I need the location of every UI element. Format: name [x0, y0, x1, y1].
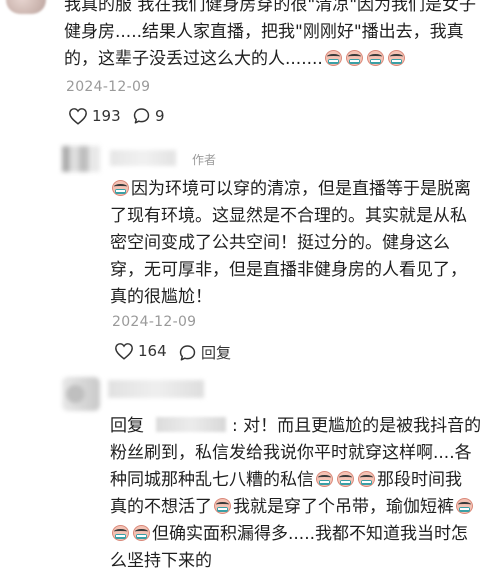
- reply-line: 穿，无可厚非，但是直播非健身房的人看见了，: [110, 260, 467, 280]
- reply-line: 回复 : 对！而且更尴尬的是被我抖音的: [110, 413, 480, 440]
- like-button[interactable]: 193: [68, 107, 121, 125]
- heart-icon: [115, 343, 133, 360]
- username[interactable]: [110, 150, 176, 166]
- comment-date: 2024-12-09: [66, 79, 151, 95]
- grimace-emoji-icon: [357, 469, 376, 488]
- heart-icon: [69, 108, 87, 125]
- grimace-emoji-icon: [345, 48, 364, 67]
- grimace-emoji-icon: [455, 496, 474, 515]
- avatar[interactable]: [62, 146, 100, 172]
- reply-line-text: 我就是穿了个吊带，瑜伽短裤: [233, 497, 454, 517]
- grimace-emoji-icon: [387, 48, 406, 67]
- reply-line: 但确实面积漏得多.....我都不知道我当时怎: [110, 521, 480, 548]
- like-count: 164: [138, 342, 167, 360]
- reply-line: 粉丝刷到，私信发给我说你平时就穿这样啊....各: [110, 443, 472, 463]
- reply-line-text: 真的不想活了: [110, 497, 212, 517]
- reply-line: 真的很尴尬！: [110, 287, 212, 307]
- grimace-emoji-icon: [336, 469, 355, 488]
- reply-line: 么坚持下来的: [110, 551, 212, 571]
- like-count: 193: [92, 107, 121, 125]
- comment-line: 的，这辈子没丢过这么大的人.......: [64, 46, 480, 73]
- comment-button[interactable]: 9: [132, 107, 165, 125]
- grimace-emoji-icon: [324, 48, 343, 67]
- comment-line-text: 的，这辈子没丢过这么大的人.......: [64, 49, 323, 69]
- reply-line-text: 因为环境可以穿的清凉，但是直播等于是脱离: [131, 179, 471, 199]
- like-button[interactable]: 164: [114, 342, 167, 360]
- comment-line: 健身房.....结果人家直播，把我"刚刚好"播出去，我真: [64, 22, 464, 42]
- grimace-emoji-icon: [111, 178, 130, 197]
- avatar[interactable]: [6, 0, 46, 14]
- comment-bubble-icon: [133, 108, 150, 124]
- reply-line-text: 那段时间我: [377, 470, 462, 490]
- reply-label: 回复: [201, 344, 232, 362]
- comment-text: 我真的服 我在我们健身房穿的很"清凉"因为我们是女子 健身房.....结果人家直…: [64, 0, 480, 73]
- comment-line: 我真的服 我在我们健身房穿的很"清凉"因为我们是女子: [64, 0, 477, 15]
- reply-line: 因为环境可以穿的清凉，但是直播等于是脱离: [110, 176, 480, 203]
- reply-date: 2024-12-09: [112, 314, 197, 330]
- reply-line-text: : 对！而且更尴尬的是被我抖音的: [232, 416, 480, 436]
- grimace-emoji-icon: [315, 469, 334, 488]
- mention-link[interactable]: [156, 417, 226, 432]
- reply-line: 种同城那种乱七八糟的私信 那段时间我: [110, 467, 480, 494]
- reply-prefix: 回复: [110, 416, 144, 436]
- reply-button[interactable]: 回复: [178, 342, 231, 363]
- grimace-emoji-icon: [132, 523, 151, 542]
- reply-line-text: 种同城那种乱七八糟的私信: [110, 470, 314, 490]
- grimace-emoji-icon: [366, 48, 385, 67]
- reply-text: 因为环境可以穿的清凉，但是直播等于是脱离 了现有环境。这显然是不合理的。其实就是…: [110, 176, 480, 311]
- reply-line-text: 但确实面积漏得多.....我都不知道我当时怎: [152, 524, 469, 544]
- comment-count: 9: [155, 107, 165, 125]
- reply-line: 了现有环境。这显然是不合理的。其实就是从私: [110, 206, 467, 226]
- reply-line: 真的不想活了 我就是穿了个吊带，瑜伽短裤: [110, 494, 480, 521]
- author-badge: 作者: [192, 153, 217, 167]
- comment-bubble-icon: [179, 344, 196, 361]
- username[interactable]: [108, 380, 204, 398]
- grimace-emoji-icon: [213, 496, 232, 515]
- avatar[interactable]: [62, 377, 100, 411]
- reply-line: 密空间变成了公共空间！挺过分的。健身这么: [110, 233, 450, 253]
- grimace-emoji-icon: [111, 523, 130, 542]
